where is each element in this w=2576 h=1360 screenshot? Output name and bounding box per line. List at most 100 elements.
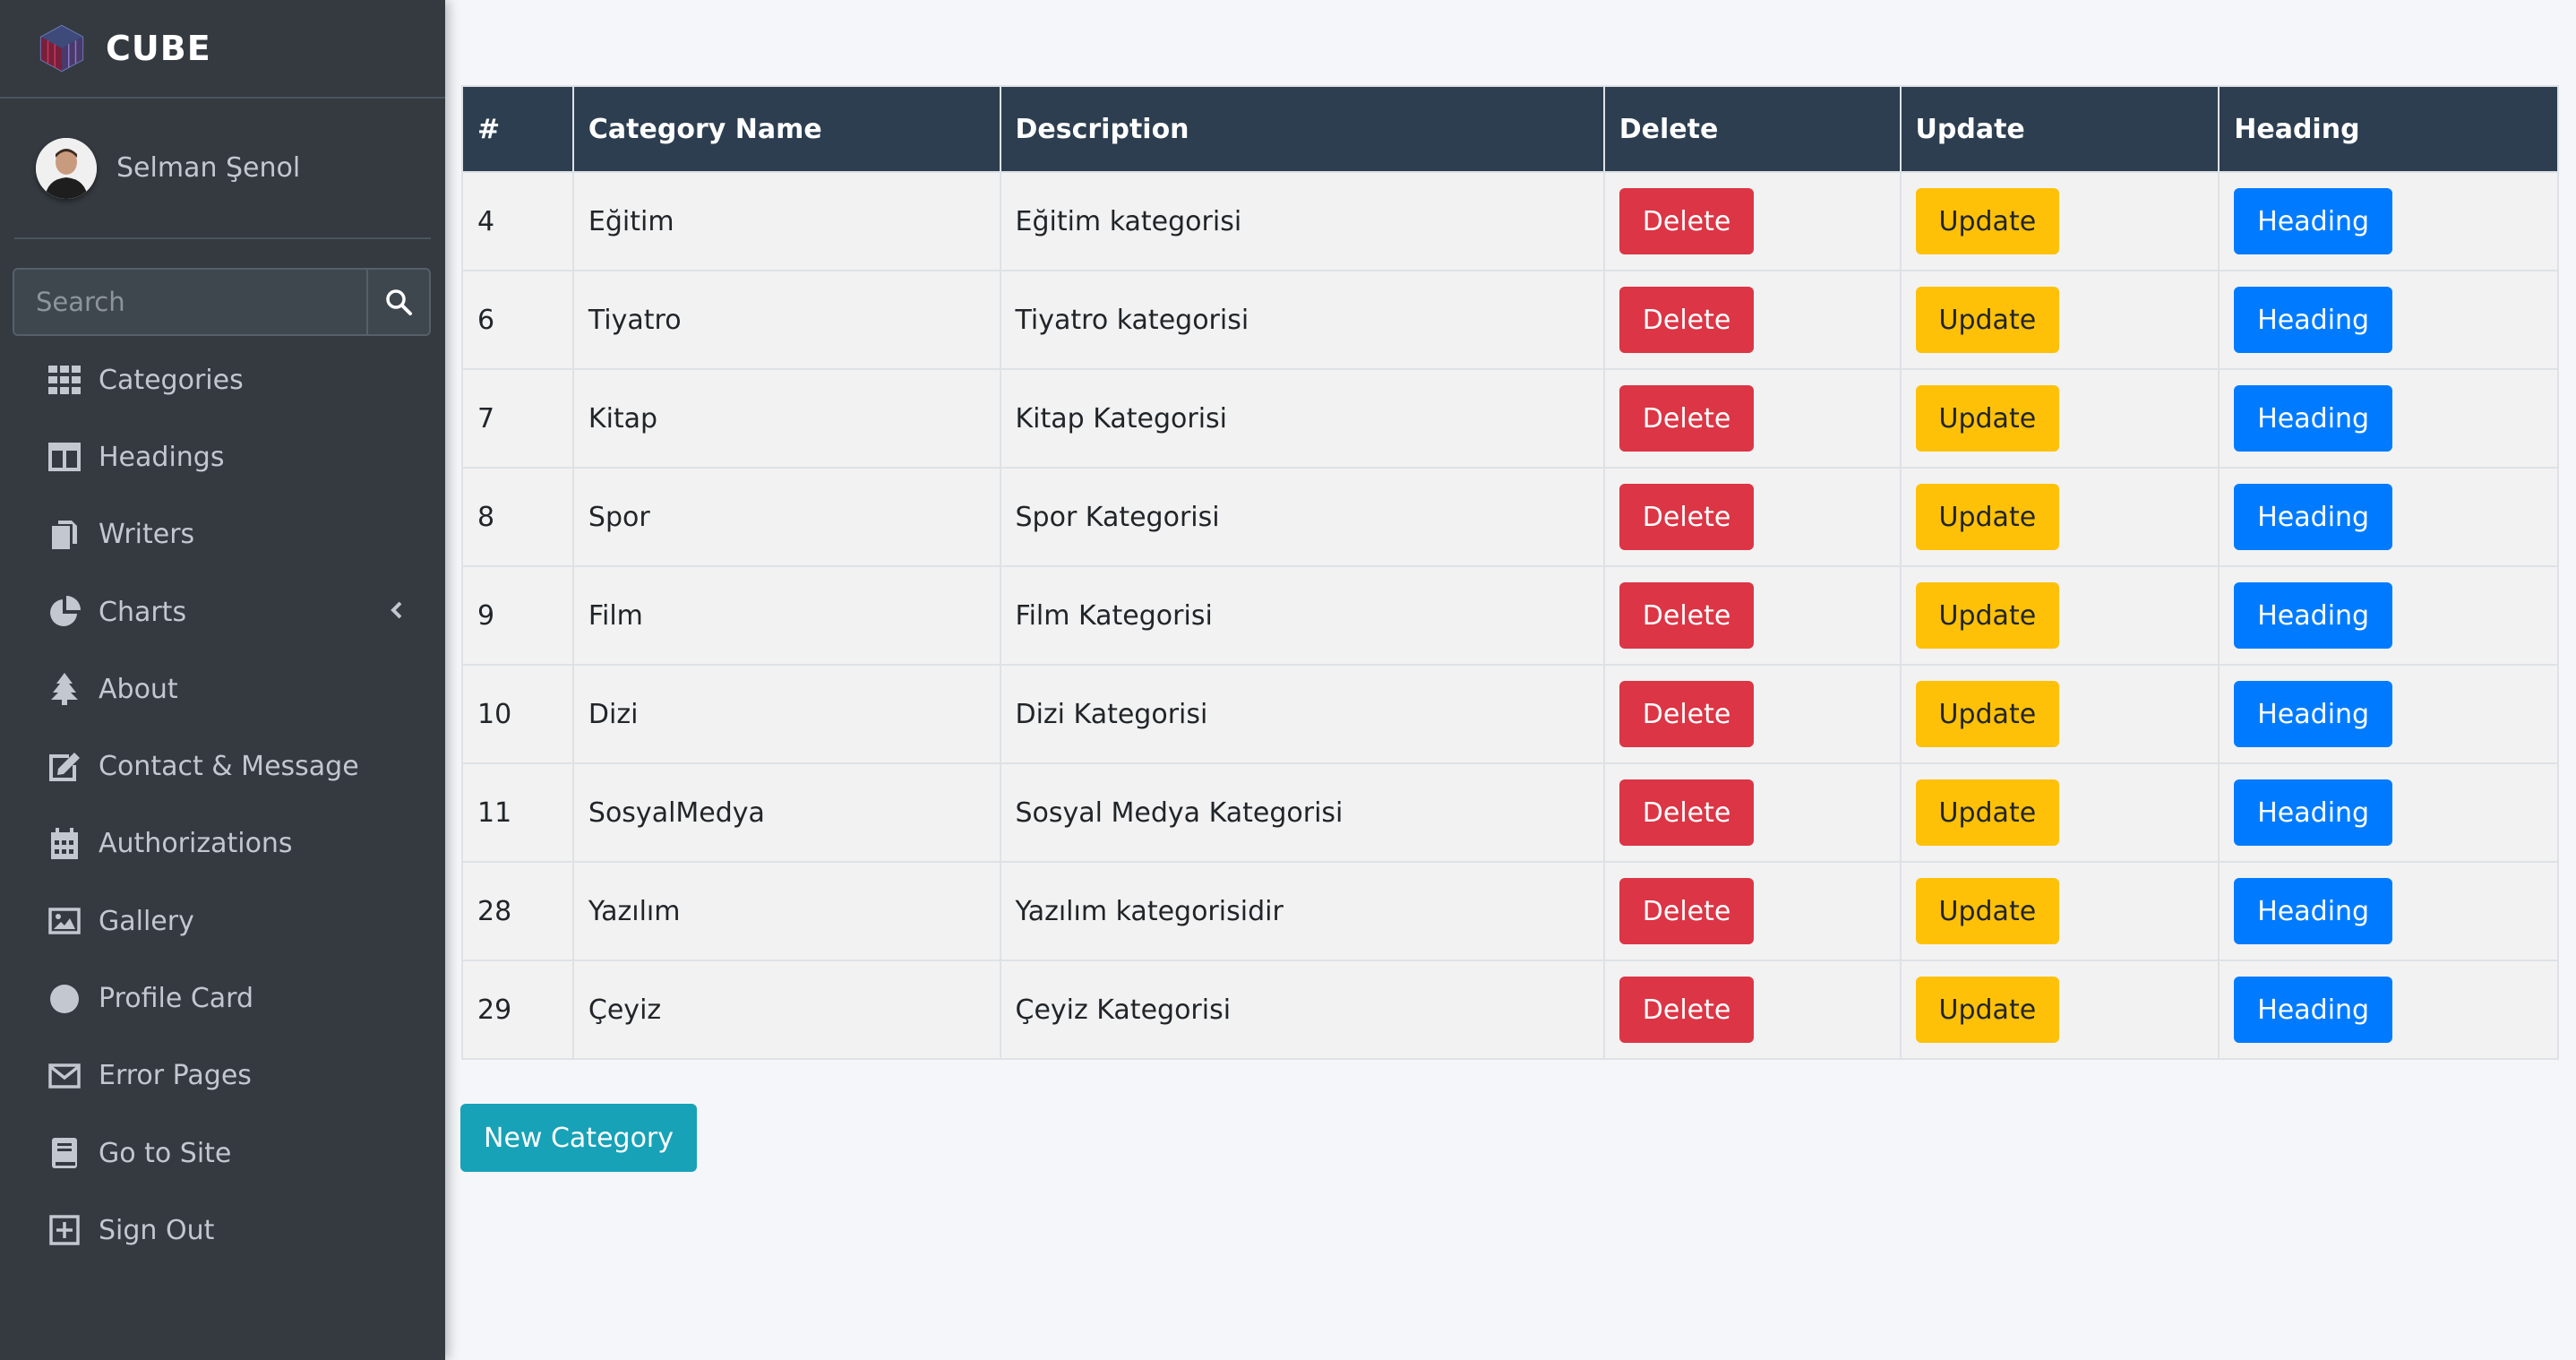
- sidebar-item-authorizations[interactable]: Authorizations: [0, 805, 445, 882]
- cell-update: Update: [1899, 467, 2220, 567]
- heading-button[interactable]: Heading: [2234, 188, 2393, 254]
- heading-button[interactable]: Heading: [2234, 878, 2393, 944]
- cell-id: 28: [461, 861, 574, 961]
- delete-button[interactable]: Delete: [1619, 287, 1755, 353]
- table-header: # Category Name Description Delete Updat…: [461, 85, 2559, 173]
- cell-category-name: Tiyatro: [571, 270, 1001, 370]
- cube-logo-icon: [39, 24, 84, 73]
- update-button[interactable]: Update: [1915, 385, 2060, 452]
- cell-id: 11: [461, 762, 574, 863]
- table-row: 7 Kitap Kitap Kategorisi Delete Update H…: [461, 368, 2559, 469]
- update-button[interactable]: Update: [1915, 287, 2060, 353]
- cell-update: Update: [1899, 861, 2220, 961]
- user-name[interactable]: Selman Şenol: [116, 152, 300, 184]
- cell-description: Eğitim kategorisi: [999, 171, 1605, 271]
- cell-category-name: Dizi: [571, 664, 1001, 764]
- table-row: 6 Tiyatro Tiyatro kategorisi Delete Upda…: [461, 270, 2559, 370]
- cell-category-name: Çeyiz: [571, 960, 1001, 1060]
- brand-name: CUBE: [106, 29, 211, 68]
- cell-id: 9: [461, 565, 574, 666]
- sidebar-item-about[interactable]: About: [0, 650, 445, 727]
- cell-description: Tiyatro kategorisi: [999, 270, 1605, 370]
- cell-heading: Heading: [2218, 664, 2559, 764]
- cell-id: 6: [461, 270, 574, 370]
- sidebar-item-gallery[interactable]: Gallery: [0, 882, 445, 960]
- heading-button[interactable]: Heading: [2234, 779, 2393, 846]
- heading-button[interactable]: Heading: [2234, 287, 2393, 353]
- sidebar-item-label: Categories: [99, 364, 244, 396]
- sidebar-item-label: Error Pages: [99, 1060, 252, 1092]
- cell-description: Dizi Kategorisi: [999, 664, 1605, 764]
- column-header-delete: Delete: [1602, 85, 1902, 173]
- heading-button[interactable]: Heading: [2234, 385, 2393, 452]
- sidebar-item-go-to-site[interactable]: Go to Site: [0, 1115, 445, 1192]
- cell-heading: Heading: [2218, 467, 2559, 567]
- pie-chart-icon: [47, 594, 82, 630]
- categories-table: # Category Name Description Delete Updat…: [461, 85, 2559, 1060]
- plus-square-icon: [47, 1212, 82, 1248]
- update-button[interactable]: Update: [1915, 188, 2060, 254]
- table-row: 28 Yazılım Yazılım kategorisidir Delete …: [461, 861, 2559, 961]
- delete-button[interactable]: Delete: [1619, 484, 1755, 550]
- tree-icon: [47, 671, 82, 707]
- copy-icon: [47, 517, 82, 553]
- sidebar-item-error-pages[interactable]: Error Pages: [0, 1037, 445, 1115]
- delete-button[interactable]: Delete: [1619, 385, 1755, 452]
- delete-button[interactable]: Delete: [1619, 188, 1755, 254]
- edit-icon: [47, 749, 82, 785]
- sidebar-item-writers[interactable]: Writers: [0, 496, 445, 573]
- column-header-update: Update: [1899, 85, 2220, 173]
- update-button[interactable]: Update: [1915, 878, 2060, 944]
- sidebar-item-profile-card[interactable]: Profile Card: [0, 960, 445, 1037]
- cell-delete: Delete: [1602, 171, 1902, 271]
- delete-button[interactable]: Delete: [1619, 878, 1755, 944]
- sidebar-item-sign-out[interactable]: Sign Out: [0, 1192, 445, 1269]
- delete-button[interactable]: Delete: [1619, 779, 1755, 846]
- cell-category-name: Eğitim: [571, 171, 1001, 271]
- cell-id: 29: [461, 960, 574, 1060]
- update-button[interactable]: Update: [1915, 779, 2060, 846]
- update-button[interactable]: Update: [1915, 582, 2060, 649]
- update-button[interactable]: Update: [1915, 977, 2060, 1043]
- columns-icon: [47, 439, 82, 475]
- cell-heading: Heading: [2218, 171, 2559, 271]
- sidebar-item-label: Charts: [99, 596, 187, 628]
- search-button[interactable]: [366, 270, 429, 334]
- column-header-category-name: Category Name: [571, 85, 1001, 173]
- heading-button[interactable]: Heading: [2234, 681, 2393, 747]
- image-icon: [47, 903, 82, 939]
- sidebar-item-label: Contact & Message: [99, 751, 359, 783]
- chevron-left-icon[interactable]: [390, 600, 404, 624]
- sidebar: CUBE Selman Şenol Search Categories Head…: [0, 0, 445, 1360]
- heading-button[interactable]: Heading: [2234, 484, 2393, 550]
- table-body: 4 Eğitim Eğitim kategorisi Delete Update…: [461, 171, 2559, 1060]
- sidebar-item-charts[interactable]: Charts: [0, 573, 445, 650]
- sidebar-item-label: About: [99, 673, 178, 705]
- cell-heading: Heading: [2218, 270, 2559, 370]
- cell-update: Update: [1899, 960, 2220, 1060]
- cell-delete: Delete: [1602, 565, 1902, 666]
- update-button[interactable]: Update: [1915, 681, 2060, 747]
- user-panel[interactable]: Selman Şenol: [14, 99, 431, 239]
- table-header-row: # Category Name Description Delete Updat…: [461, 85, 2559, 173]
- cell-id: 8: [461, 467, 574, 567]
- update-button[interactable]: Update: [1915, 484, 2060, 550]
- new-category-button[interactable]: New Category: [460, 1104, 698, 1172]
- sidebar-item-headings[interactable]: Headings: [0, 418, 445, 495]
- sidebar-item-label: Profile Card: [99, 983, 253, 1015]
- heading-button[interactable]: Heading: [2234, 977, 2393, 1043]
- heading-button[interactable]: Heading: [2234, 582, 2393, 649]
- sidebar-item-contact-message[interactable]: Contact & Message: [0, 727, 445, 805]
- cell-update: Update: [1899, 565, 2220, 666]
- delete-button[interactable]: Delete: [1619, 582, 1755, 649]
- brand-link[interactable]: CUBE: [0, 0, 445, 99]
- table-row: 11 SosyalMedya Sosyal Medya Kategorisi D…: [461, 762, 2559, 863]
- search-input[interactable]: [14, 270, 366, 334]
- delete-button[interactable]: Delete: [1619, 977, 1755, 1043]
- cell-update: Update: [1899, 368, 2220, 469]
- cell-description: Kitap Kategorisi: [999, 368, 1605, 469]
- sidebar-item-categories[interactable]: Categories: [0, 341, 445, 418]
- cell-update: Update: [1899, 664, 2220, 764]
- avatar[interactable]: [36, 137, 97, 199]
- delete-button[interactable]: Delete: [1619, 681, 1755, 747]
